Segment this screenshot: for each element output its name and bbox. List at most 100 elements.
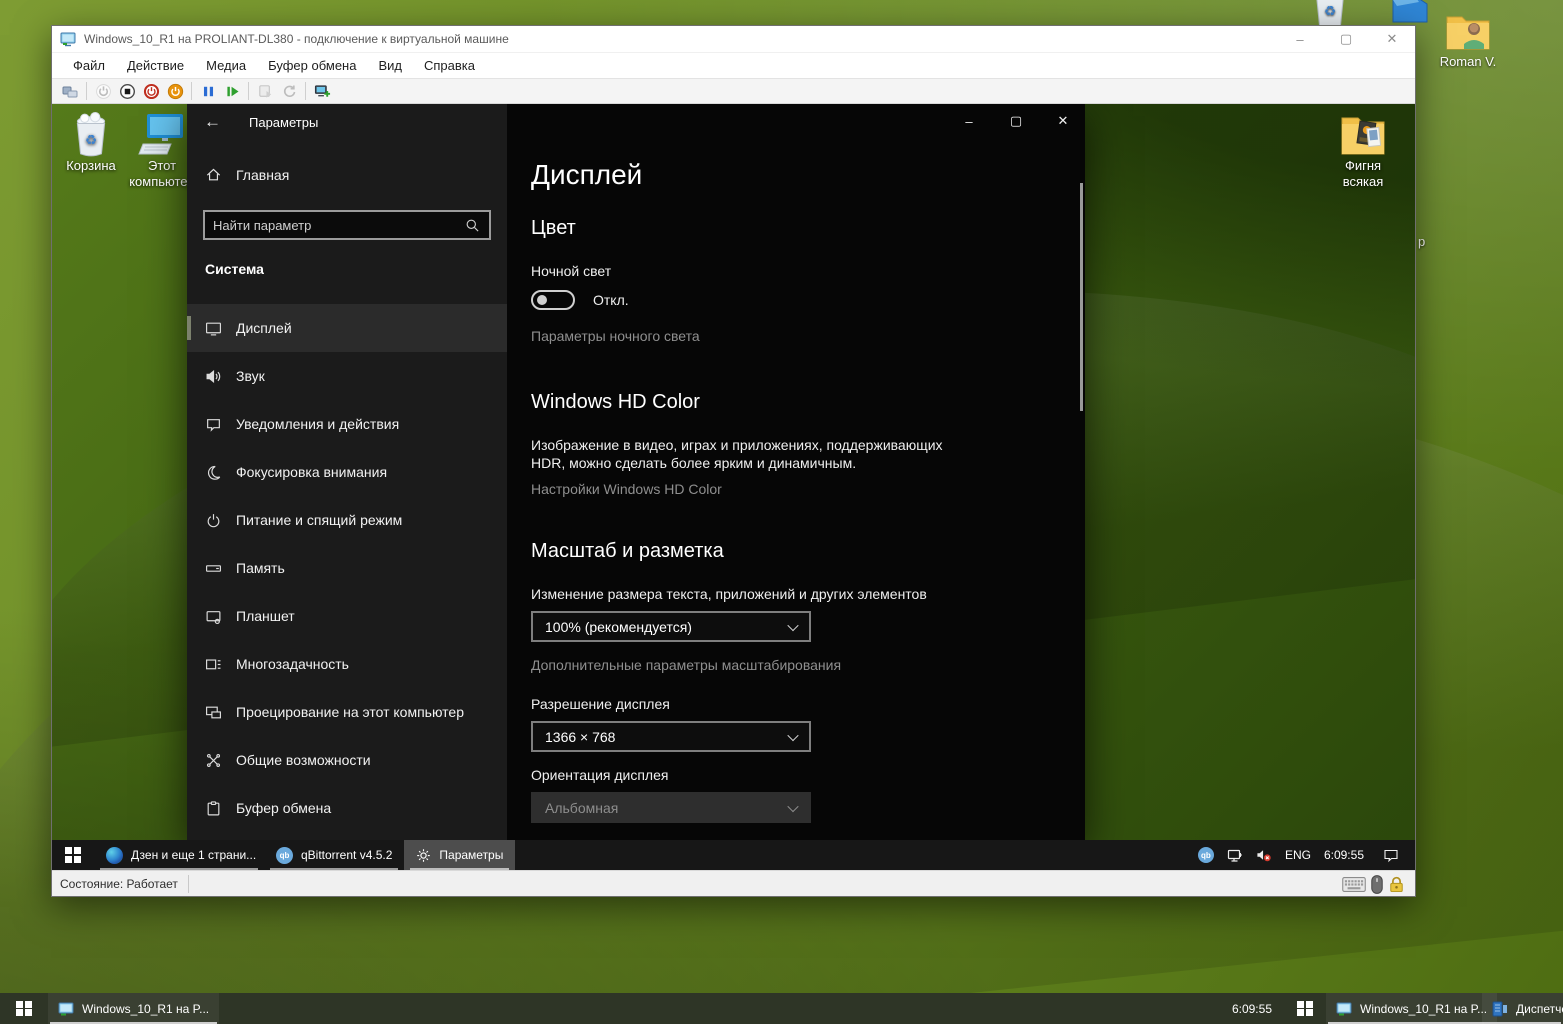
night-light-toggle[interactable] [531,290,575,310]
vm-start-button[interactable] [52,840,94,870]
taskbar-button-edge[interactable]: Дзен и еще 1 страни... [94,840,264,870]
taskbar-button-qbittorrent[interactable]: qbqBittorrent v4.5.2 [264,840,404,870]
host-vm-task-label: Windows_10_R1 на P... [82,1002,209,1016]
host-user-folder[interactable]: Roman V. [1426,8,1510,69]
active-underline [410,868,509,870]
vm-toolbar [52,78,1415,104]
settings-maximize-button[interactable]: ▢ [994,104,1038,138]
power-off-button[interactable] [91,80,115,102]
sidebar-item-project[interactable]: Проецирование на этот компьютер [187,688,507,736]
selected-accent-bar [187,460,191,484]
checkpoint-button[interactable] [310,80,334,102]
user-folder-label: Roman V. [1426,54,1510,69]
vm-close-button[interactable]: ✕ [1369,26,1415,52]
notifications-icon [205,416,222,433]
resolution-dropdown[interactable]: 1366 × 768 [531,721,811,752]
sidebar-item-shared[interactable]: Общие возможности [187,736,507,784]
toolbar-separator [248,82,249,100]
sidebar-item-label: Проецирование на этот компьютер [236,704,464,720]
scale-value: 100% (рекомендуется) [545,619,692,635]
vm-connect-icon [1336,1001,1352,1017]
settings-minimize-button[interactable]: – [947,104,991,138]
chevron-down-icon [787,619,798,630]
sidebar-item-focus[interactable]: Фокусировка внимания [187,448,507,496]
settings-close-button[interactable]: ✕ [1041,104,1085,138]
sidebar-item-clipboard[interactable]: Буфер обмена [187,784,507,832]
keyboard-status-icon [1342,877,1366,892]
active-underline [270,868,398,870]
sidebar-item-label: Многозадачность [236,656,349,672]
color-section-heading: Цвет [531,217,576,240]
sidebar-item-notifications[interactable]: Уведомления и действия [187,400,507,448]
scrollbar-thumb[interactable] [1080,183,1083,411]
vm-task-buttons: Дзен и еще 1 страни... qbqBittorrent v4.5… [94,840,515,870]
sidebar-item-storage[interactable]: Память [187,544,507,592]
vm-minimize-button[interactable]: – [1277,26,1323,52]
vm-folder-photos[interactable]: Фигня всякая [1324,110,1402,190]
vm-window-title: Windows_10_R1 на PROLIANT-DL380 - подклю… [84,32,509,46]
sidebar-item-power[interactable]: Питание и спящий режим [187,496,507,544]
network-tray-icon[interactable] [1227,847,1243,863]
vm-window-titlebar[interactable]: Windows_10_R1 на PROLIANT-DL380 - подклю… [52,26,1415,52]
ctrl-alt-del-button[interactable] [58,80,82,102]
host-clock[interactable]: 6:09:55 [1232,993,1272,1024]
menu-item-2[interactable]: Действие [116,54,195,77]
host-vm-task-button[interactable]: Windows_10_R1 на P... [48,993,219,1024]
settings-nav-list: ДисплейЗвук Уведомления и действия Фокусир… [187,304,507,832]
sidebar-item-sound[interactable]: Звук [187,352,507,400]
task-label: Дзен и еще 1 страни... [131,848,256,862]
vm-menubar: ФайлДействиеМедиаБуфер обменаВидСправка [52,52,1415,78]
page-title: Дисплей [531,159,642,191]
selected-accent-bar [187,364,191,388]
shutdown-button[interactable] [139,80,163,102]
home-label: Главная [236,167,289,183]
vm-clock[interactable]: 6:09:55 [1324,848,1364,862]
qbittorrent-tray-icon[interactable]: qb [1198,847,1214,863]
home-icon [205,166,222,183]
keyboard-language[interactable]: ENG [1285,848,1311,862]
toolbar-separator [191,82,192,100]
hd-color-settings-link[interactable]: Настройки Windows HD Color [531,481,722,497]
taskbar-button-gear[interactable]: Параметры [404,840,515,870]
stop-button[interactable] [115,80,139,102]
sidebar-item-label: Уведомления и действия [236,416,399,432]
hd-color-desc-line2: HDR, можно сделать более ярким и динамич… [531,455,856,471]
advanced-scaling-link[interactable]: Дополнительные параметры масштабирования [531,657,841,673]
back-arrow-icon[interactable]: ← [204,112,221,132]
action-center-icon[interactable] [1383,847,1399,863]
menu-item-4[interactable]: Буфер обмена [257,54,367,77]
svg-text:♻: ♻ [85,132,97,147]
turn-on-button[interactable] [163,80,187,102]
host-vm-task-button-monitor2[interactable]: Windows_10_R1 на P... [1326,993,1497,1024]
display-icon [205,320,222,337]
volume-muted-icon[interactable] [1256,847,1272,863]
host-start-button-monitor2[interactable] [1284,993,1326,1024]
search-icon[interactable] [465,218,480,233]
sidebar-item-multitask[interactable]: Многозадачность [187,640,507,688]
windows-logo-icon [16,1001,32,1017]
menu-item-6[interactable]: Справка [413,54,486,77]
sidebar-item-tablet[interactable]: Планшет [187,592,507,640]
sidebar-item-home[interactable]: Главная [205,166,289,183]
revert-icon [281,83,298,100]
settings-app-title: Параметры [249,115,318,130]
vm-recycle-bin[interactable]: ♻ Корзина [52,110,130,174]
hyperv-manager-icon [1492,1001,1508,1017]
settings-search-input[interactable] [205,218,465,233]
pause-button[interactable] [196,80,220,102]
stop-icon [119,83,136,100]
menu-item-5[interactable]: Вид [367,54,413,77]
host-start-button[interactable] [0,993,48,1024]
menu-item-1[interactable]: Файл [62,54,116,77]
menu-item-3[interactable]: Медиа [195,54,257,77]
resume-button[interactable] [220,80,244,102]
sidebar-item-display[interactable]: Дисплей [187,304,507,352]
vm-connection-window: Windows_10_R1 на PROLIANT-DL380 - подклю… [51,25,1416,897]
revert-button[interactable] [277,80,301,102]
scale-dropdown[interactable]: 100% (рекомендуется) [531,611,811,642]
host-manager-task-button[interactable]: Диспетчер [1482,993,1563,1024]
vm-maximize-button[interactable]: ▢ [1323,26,1369,52]
night-light-settings-link[interactable]: Параметры ночного света [531,328,700,344]
settings-search-box[interactable] [203,210,491,240]
export-button[interactable] [253,80,277,102]
